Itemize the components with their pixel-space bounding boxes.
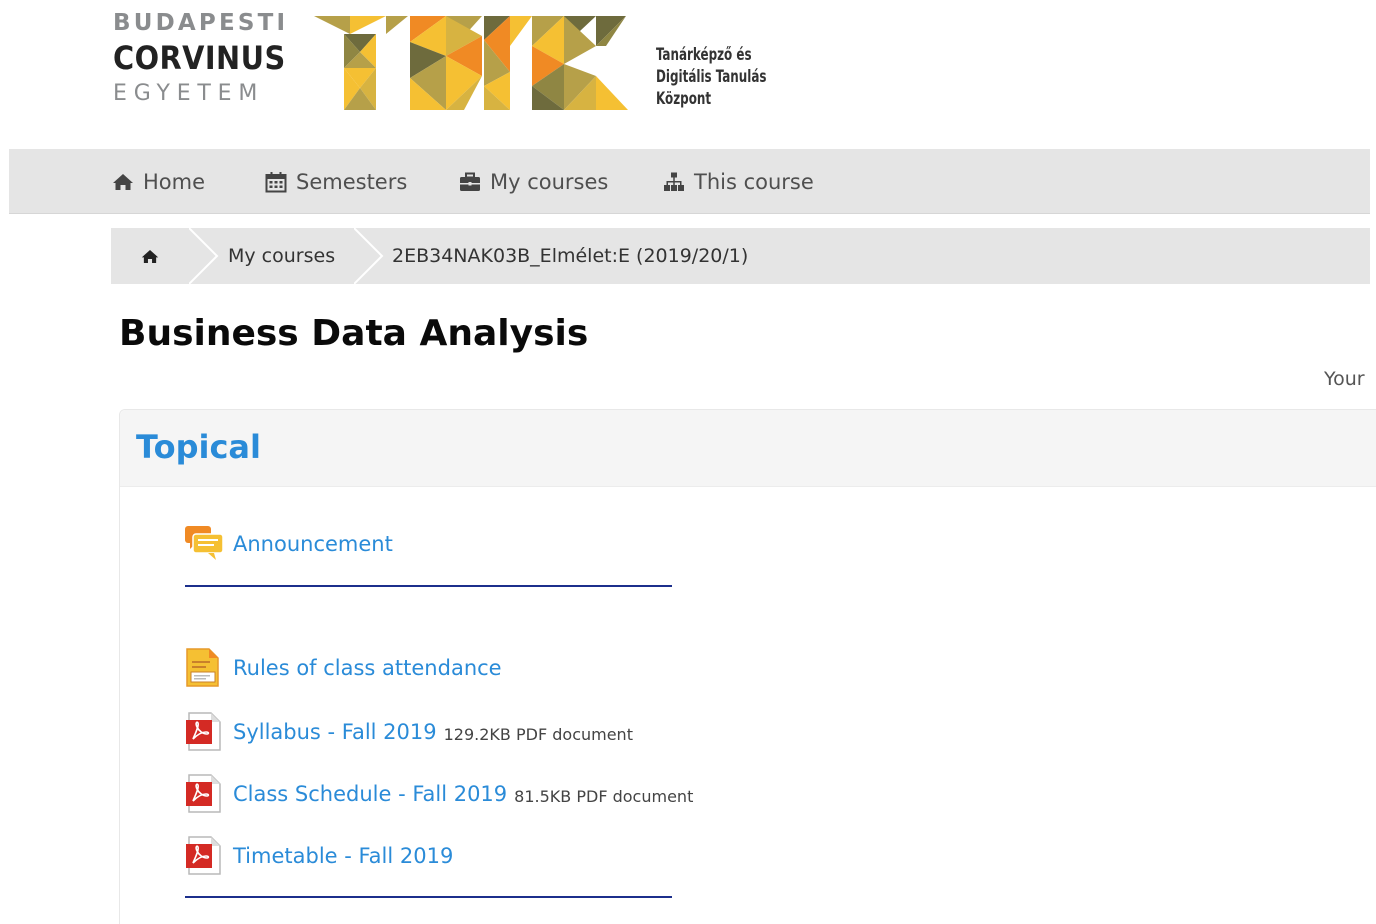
your-progress-link[interactable]: Your [1324,368,1365,390]
course-section: Topical Announcement Rules of class atte… [119,409,1376,924]
university-logo-line2: CORVINUS [113,39,286,77]
breadcrumb-current-course: 2EB34NAK03B_Elmélet:E (2019/20/1) [392,228,748,284]
breadcrumb-my-courses[interactable]: My courses [228,228,335,284]
forum-icon [185,526,224,560]
breadcrumb-my-courses-label: My courses [228,245,336,267]
breadcrumb-home[interactable] [111,228,189,284]
activity-announcement[interactable]: Announcement [184,524,393,564]
calendar-icon [265,171,287,192]
nav-item-my-courses[interactable]: My courses [459,149,608,214]
university-logo[interactable]: BUDAPESTI CORVINUS EGYETEM [113,12,288,105]
page-icon [186,648,219,687]
center-logo-line2: Digitális Tanulás [656,67,767,87]
breadcrumb-current-course-label: 2EB34NAK03B_Elmélet:E (2019/20/1) [392,245,749,267]
activity-class-schedule[interactable]: Class Schedule - Fall 2019 81.5KB PDF do… [184,774,693,814]
pdf-icon [186,712,221,751]
nav-item-this-course[interactable]: This course [663,149,814,214]
main-navbar: Home Semesters My courses This course [9,149,1370,214]
tdk-logo-mark[interactable] [314,16,628,110]
activity-syllabus-filesize: 129.2KB PDF document [443,724,633,744]
section-header: Topical [120,410,1376,487]
section-divider [185,896,672,898]
activity-class-schedule-link[interactable]: Class Schedule - Fall 2019 [233,782,507,806]
sitemap-icon [664,172,684,191]
nav-item-this-course-label: This course [694,169,814,194]
pdf-icon [186,774,221,813]
home-icon [141,249,159,263]
center-logo-line3: Központ [656,89,712,109]
activity-syllabus-link[interactable]: Syllabus - Fall 2019 [233,720,437,744]
activity-timetable-link[interactable]: Timetable - Fall 2019 [233,844,453,868]
activity-rules-link[interactable]: Rules of class attendance [233,656,502,680]
nav-item-home-label: Home [143,169,206,194]
breadcrumb-separator [354,228,384,284]
nav-item-my-courses-label: My courses [490,169,609,194]
briefcase-icon [460,172,480,191]
activity-class-schedule-filesize: 81.5KB PDF document [514,786,694,806]
site-header: BUDAPESTI CORVINUS EGYETEM Tanárképző és… [0,0,1376,150]
page-title: Business Data Analysis [119,313,589,354]
center-logo-line1: Tanárképző és [656,45,752,65]
activity-rules[interactable]: Rules of class attendance [184,648,502,688]
nav-item-semesters-label: Semesters [296,169,408,194]
nav-item-semesters[interactable]: Semesters [265,149,407,214]
breadcrumb: My courses 2EB34NAK03B_Elmélet:E (2019/2… [111,228,1370,284]
university-logo-line1: BUDAPESTI [113,10,289,36]
center-logo-text[interactable]: Tanárképző és Digitális Tanulás Központ [656,44,798,110]
activity-announcement-link[interactable]: Announcement [233,532,393,556]
nav-item-home[interactable]: Home [112,149,205,214]
section-title[interactable]: Topical [136,428,261,466]
university-logo-line3: EGYETEM [113,81,265,106]
section-divider [185,585,672,587]
activity-timetable[interactable]: Timetable - Fall 2019 [184,836,453,876]
breadcrumb-separator [189,228,229,284]
pdf-icon [186,836,221,875]
home-icon [113,173,133,190]
activity-syllabus[interactable]: Syllabus - Fall 2019 129.2KB PDF documen… [184,712,633,752]
